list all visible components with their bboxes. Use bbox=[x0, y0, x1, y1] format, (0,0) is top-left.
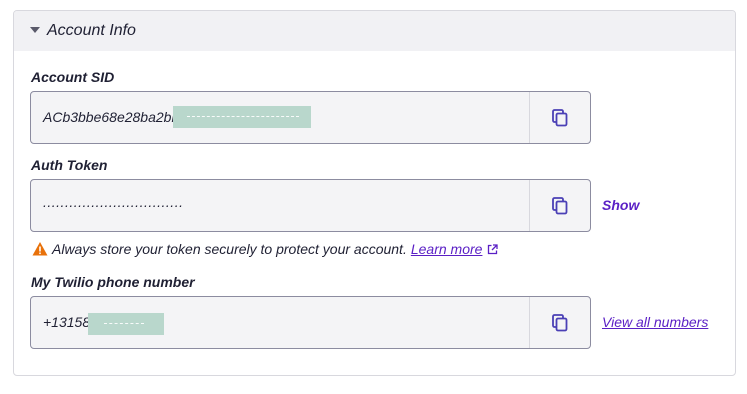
learn-more-link[interactable]: Learn more bbox=[411, 241, 483, 257]
account-info-card: Account Info Account SID ACb3bbe68e28ba2… bbox=[13, 10, 736, 376]
show-token-link[interactable]: Show bbox=[602, 197, 639, 213]
phone-number-field[interactable]: +13158 bbox=[30, 296, 591, 349]
redaction-mask bbox=[88, 313, 164, 335]
account-sid-value[interactable]: ACb3bbe68e28ba2bb bbox=[43, 109, 179, 125]
auth-token-value[interactable]: ................................ bbox=[43, 194, 183, 210]
auth-token-field[interactable]: ................................ bbox=[30, 179, 591, 232]
copy-auth-token-button[interactable] bbox=[529, 180, 590, 231]
token-warning: Always store your token securely to prot… bbox=[32, 240, 499, 258]
auth-token-label: Auth Token bbox=[31, 157, 108, 173]
copy-phone-number-button[interactable] bbox=[529, 297, 590, 348]
caret-down-icon[interactable] bbox=[30, 27, 40, 33]
section-title: Account Info bbox=[47, 22, 136, 39]
warning-triangle-icon bbox=[32, 242, 48, 256]
phone-number-label: My Twilio phone number bbox=[31, 274, 195, 290]
copy-icon bbox=[552, 314, 568, 332]
account-sid-label: Account SID bbox=[31, 69, 115, 85]
account-info-header[interactable]: Account Info bbox=[14, 11, 735, 51]
redaction-mask bbox=[173, 106, 311, 128]
account-sid-field[interactable]: ACb3bbe68e28ba2bb bbox=[30, 91, 591, 144]
external-link-icon[interactable] bbox=[487, 243, 499, 255]
copy-icon bbox=[552, 109, 568, 127]
copy-icon bbox=[552, 197, 568, 215]
phone-number-value[interactable]: +13158 bbox=[43, 314, 90, 330]
copy-account-sid-button[interactable] bbox=[529, 92, 590, 143]
warning-text: Always store your token securely to prot… bbox=[52, 241, 407, 257]
view-all-numbers-link[interactable]: View all numbers bbox=[602, 314, 708, 330]
